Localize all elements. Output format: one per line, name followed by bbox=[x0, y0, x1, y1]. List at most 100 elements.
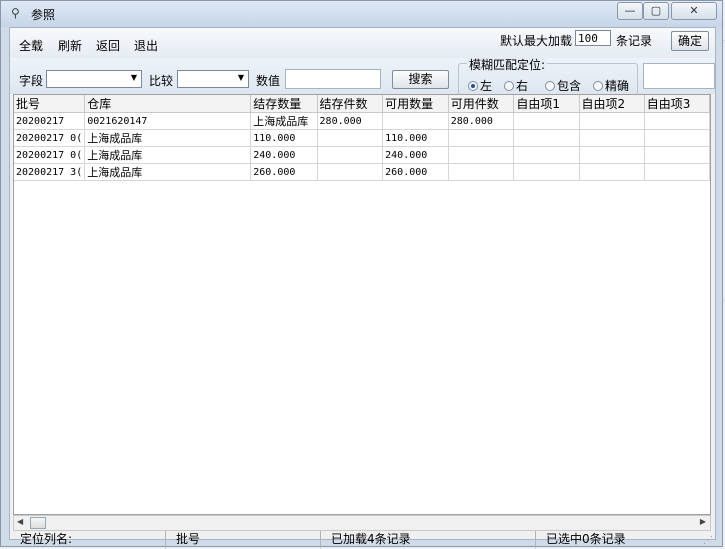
table-cell: 110.000 bbox=[382, 129, 449, 147]
radio-dot-icon bbox=[468, 81, 478, 91]
scrollbar-thumb[interactable] bbox=[30, 517, 46, 529]
table-cell bbox=[644, 163, 710, 181]
table-row[interactable]: 20200217 0( 上海成品库 110.000 110.000 bbox=[14, 129, 710, 147]
table-cell bbox=[579, 112, 645, 130]
resize-grip-icon[interactable]: ⋰ bbox=[703, 535, 713, 546]
table-cell: 20200217 0( bbox=[14, 129, 86, 147]
table-cell: 280.000 bbox=[448, 112, 515, 130]
table-cell bbox=[644, 129, 710, 147]
table-cell bbox=[448, 146, 515, 164]
table-cell bbox=[513, 129, 580, 147]
loaded-count: 已加载4条记录 bbox=[320, 531, 535, 548]
table-cell: 260.000 bbox=[382, 163, 449, 181]
table-cell: 240.000 bbox=[382, 146, 449, 164]
table-cell bbox=[513, 146, 580, 164]
compare-label: 比较 bbox=[149, 74, 174, 88]
column-header[interactable]: 仓库 bbox=[84, 95, 252, 113]
radio-right[interactable]: 右 bbox=[504, 77, 528, 94]
max-load-input[interactable] bbox=[575, 30, 611, 46]
scroll-left-icon[interactable]: ◀ bbox=[17, 517, 23, 526]
table-cell bbox=[644, 146, 710, 164]
table-cell: 20200217 3( bbox=[14, 163, 86, 181]
table-row[interactable]: 20200217 0( 上海成品库 240.000 240.000 bbox=[14, 146, 710, 164]
table-cell bbox=[579, 163, 645, 181]
load-all-button[interactable]: 全载 bbox=[19, 37, 43, 54]
table-cell bbox=[448, 129, 515, 147]
table-cell: 上海成品库 bbox=[84, 129, 252, 147]
search-bar: 字段 ▼ 比较 ▼ 数值 搜索 模糊匹配定位: 左 右 包含 精确 bbox=[10, 56, 715, 95]
back-button[interactable]: 返回 bbox=[96, 37, 120, 54]
dialog-client: 全载 刷新 返回 退出 默认最大加载 条记录 确定 字段 ▼ 比较 ▼ 数值 搜… bbox=[9, 27, 716, 548]
column-header[interactable]: 自由项1 bbox=[513, 95, 580, 113]
radio-dot-icon bbox=[593, 81, 603, 91]
reference-icon: ⚲ bbox=[11, 6, 20, 20]
table-cell: 上海成品库 bbox=[84, 146, 252, 164]
scroll-right-icon[interactable]: ▶ bbox=[700, 517, 706, 526]
radio-contains[interactable]: 包含 bbox=[545, 77, 581, 94]
toolbar: 全载 刷新 返回 退出 默认最大加载 条记录 确定 bbox=[10, 28, 715, 58]
field-label: 字段 bbox=[19, 74, 44, 88]
radio-dot-icon bbox=[504, 81, 514, 91]
column-header[interactable]: 可用件数 bbox=[448, 95, 515, 113]
minimize-button[interactable]: — bbox=[617, 2, 643, 20]
table-cell bbox=[513, 163, 580, 181]
table-row[interactable]: 20200217 3( 上海成品库 260.000 260.000 bbox=[14, 163, 710, 181]
refresh-button[interactable]: 刷新 bbox=[58, 37, 82, 54]
fuzzy-match-group: 模糊匹配定位: 左 右 包含 精确 bbox=[458, 56, 638, 95]
header-row: 批号 仓库 结存数量 结存件数 可用数量 可用件数 自由项1 自由项2 自由项3 bbox=[14, 95, 710, 113]
selected-count: 已选中0条记录 bbox=[535, 531, 715, 548]
fuzzy-match-label: 模糊匹配定位: bbox=[467, 56, 548, 73]
field-select[interactable]: ▼ bbox=[46, 70, 142, 88]
column-header[interactable]: 批号 bbox=[14, 95, 86, 113]
column-header[interactable]: 结存数量 bbox=[250, 95, 318, 113]
column-header[interactable]: 结存件数 bbox=[317, 95, 384, 113]
table-cell: 260.000 bbox=[250, 163, 318, 181]
search-button[interactable]: 搜索 bbox=[392, 70, 449, 89]
locate-input[interactable] bbox=[643, 63, 715, 89]
table-cell: 20200217 0( bbox=[14, 146, 86, 164]
table-cell bbox=[579, 146, 645, 164]
max-load-label: 默认最大加载 bbox=[500, 34, 573, 48]
table-cell bbox=[644, 112, 710, 130]
table-cell: 20200217 bbox=[14, 112, 86, 130]
records-label: 条记录 bbox=[616, 34, 653, 48]
table-cell: 240.000 bbox=[250, 146, 318, 164]
horizontal-scrollbar[interactable]: ◀ ▶ bbox=[13, 515, 711, 531]
close-button[interactable]: ✕ bbox=[671, 2, 717, 20]
value-label: 数值 bbox=[256, 74, 281, 88]
table-cell: 280.000 bbox=[317, 112, 384, 130]
table-cell: 110.000 bbox=[250, 129, 318, 147]
radio-left[interactable]: 左 bbox=[468, 77, 492, 94]
table-cell bbox=[448, 163, 515, 181]
chevron-down-icon: ▼ bbox=[237, 73, 244, 82]
radio-exact[interactable]: 精确 bbox=[593, 77, 629, 94]
compare-select[interactable]: ▼ bbox=[177, 70, 249, 88]
chevron-down-icon: ▼ bbox=[130, 73, 137, 82]
table-cell bbox=[317, 163, 384, 181]
table-cell bbox=[317, 146, 384, 164]
results-table: 批号 仓库 结存数量 结存件数 可用数量 可用件数 自由项1 自由项2 自由项3… bbox=[14, 95, 710, 181]
table-cell bbox=[317, 129, 384, 147]
locate-column-label: 定位列名: bbox=[20, 532, 73, 546]
window-title: 参照 bbox=[31, 8, 56, 22]
value-input[interactable] bbox=[285, 69, 381, 89]
maximize-button[interactable]: ▢ bbox=[643, 2, 669, 20]
table-cell: 上海成品库 bbox=[84, 163, 252, 181]
reference-dialog: ⚲ 参照 — ▢ ✕ 全载 刷新 返回 退出 默认最大加载 条记录 确定 字段 … bbox=[0, 0, 723, 548]
table-cell: 上海成品库 bbox=[250, 112, 318, 130]
table-cell: 0021620147 bbox=[84, 112, 252, 130]
status-bar: 定位列名: 批号 已加载4条记录 已选中0条记录 ⋰ bbox=[10, 531, 715, 548]
column-header[interactable]: 可用数量 bbox=[382, 95, 449, 113]
column-header[interactable]: 自由项3 bbox=[644, 95, 710, 113]
locate-column-value: 批号 bbox=[165, 531, 320, 548]
column-header[interactable]: 自由项2 bbox=[579, 95, 645, 113]
table-cell bbox=[579, 129, 645, 147]
results-grid[interactable]: 批号 仓库 结存数量 结存件数 可用数量 可用件数 自由项1 自由项2 自由项3… bbox=[13, 94, 711, 515]
confirm-button[interactable]: 确定 bbox=[671, 31, 709, 51]
radio-dot-icon bbox=[545, 81, 555, 91]
table-row[interactable]: 20200217 0021620147 上海成品库 280.000 280.00… bbox=[14, 112, 710, 130]
title-bar[interactable]: ⚲ 参照 — ▢ ✕ bbox=[1, 1, 722, 27]
exit-button[interactable]: 退出 bbox=[134, 37, 158, 54]
table-cell bbox=[382, 112, 449, 130]
table-cell bbox=[513, 112, 580, 130]
